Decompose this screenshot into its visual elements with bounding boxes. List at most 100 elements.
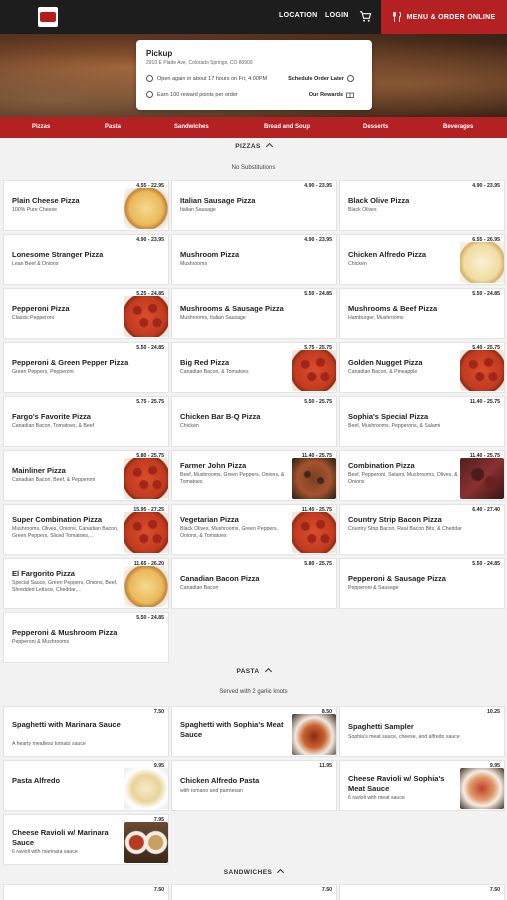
menu-item-card[interactable]: 11.40 - 25.75 Sophia's Special Pizza Beef,… — [339, 396, 505, 447]
menu-item-name: Super Combination Pizza — [12, 515, 103, 524]
menu-item-card[interactable]: 5.75 - 25.75 Big Red Pizza Canadian Bacon,… — [171, 342, 337, 393]
category-desserts[interactable]: Desserts — [363, 124, 388, 130]
menu-item-card[interactable]: 7.50 — [171, 884, 337, 900]
menu-item-price: 7.50 — [321, 887, 332, 893]
menu-item-price: 11.40 - 25.75 — [301, 453, 332, 459]
menu-item-photo — [292, 714, 336, 755]
menu-item-card[interactable]: 5.25 - 24.85 Pepperoni Pizza Classic Peppe… — [3, 288, 169, 339]
chevron-up-icon — [277, 868, 285, 877]
menu-item-name: Pasta Alfredo — [12, 776, 61, 785]
menu-item-description: Mushrooms, Olives, Onions, Canadian Baco… — [12, 526, 119, 539]
menu-item-price: 5.80 - 25.75 — [304, 561, 332, 567]
menu-item-card[interactable]: 7.95 Cheese Ravioli w/ Marinara Sauce 6 ra… — [3, 814, 169, 865]
category-beverages[interactable]: Beverages — [443, 124, 473, 130]
menu-item-card[interactable]: 5.75 - 25.75 Fargo's Favorite Pizza Canadi… — [3, 396, 169, 447]
menu-item-name: Mushroom Pizza — [180, 250, 240, 259]
menu-item-description: Mushrooms — [180, 261, 208, 267]
category-bread-and-soup[interactable]: Bread and Soup — [264, 124, 310, 130]
menu-item-price: 5.75 - 25.75 — [304, 345, 332, 351]
menu-item-description: Lean Beef & Onions — [12, 261, 59, 267]
category-pasta[interactable]: Pasta — [105, 124, 121, 130]
menu-item-description: Pepperoni & Sausage — [348, 585, 399, 591]
sandwiches-section-header[interactable]: SANDWICHES — [0, 868, 507, 877]
menu-item-description: Chicken — [348, 261, 367, 267]
menu-item-card[interactable]: 7.50 — [339, 884, 505, 900]
menu-item-card[interactable]: 11.40 - 25.75 Combination Pizza Beef, Pepp… — [339, 450, 505, 501]
reward-points-row: Earn 100 reward points per order — [146, 91, 238, 98]
menu-item-card[interactable]: 5.40 - 25.75 Golden Nugget Pizza Canadian … — [339, 342, 505, 393]
menu-item-card[interactable]: 5.50 - 24.85 Mushrooms & Sausage Pizza Mus… — [171, 288, 337, 339]
clock-icon — [146, 75, 153, 82]
menu-item-card[interactable]: 6.55 - 26.95 Chicken Alfredo Pizza Chicken — [339, 234, 505, 285]
menu-item-card[interactable]: 4.90 - 23.95 Italian Sausage Pizza Italian… — [171, 180, 337, 231]
menu-item-card[interactable]: 4.90 - 23.95 Black Olive Pizza Black Olive… — [339, 180, 505, 231]
menu-item-card[interactable]: 4.90 - 23.95 Lonesome Stranger Pizza Lean … — [3, 234, 169, 285]
food-image — [124, 566, 168, 607]
menu-item-card[interactable]: 9.95 Pasta Alfredo — [3, 760, 169, 811]
menu-item-card[interactable]: 5.50 - 24.85 Pepperoni & Mushroom Pizza Pe… — [3, 612, 169, 663]
menu-item-card[interactable]: 5.80 - 25.75 Mainliner Pizza Canadian Baco… — [3, 450, 169, 501]
our-rewards-link[interactable]: Our Rewards — [309, 91, 354, 98]
menu-item-card[interactable]: 11.65 - 26.20 El Fargorito Pizza Special S… — [3, 558, 169, 609]
menu-item-description: Green Peppers, Pepperoni — [12, 369, 74, 375]
menu-item-name: Cheese Ravioli w/ Sophia's Meat Sauce — [348, 774, 445, 793]
menu-item-card[interactable]: 7.50 Spaghetti with Marinara Sauce A heart… — [3, 706, 169, 757]
menu-item-card[interactable]: 8.50 Spaghetti with Sophia's Meat Sauce — [171, 706, 337, 757]
pizzas-section-title: PIZZAS — [235, 143, 261, 150]
menu-item-card[interactable]: 11.40 - 25.75 Vegetarian Pizza Black Olive… — [171, 504, 337, 555]
menu-item-photo — [124, 822, 168, 863]
logo-mark — [40, 12, 56, 22]
food-image — [292, 714, 336, 755]
menu-item-card[interactable]: 5.80 - 25.75 Canadian Bacon Pizza Canadian… — [171, 558, 337, 609]
menu-item-description: Canadian Bacon, & Tomatoes — [180, 369, 249, 375]
menu-item-card[interactable]: 4.90 - 23.95 Mushroom Pizza Mushrooms — [171, 234, 337, 285]
menu-item-price: 11.40 - 25.75 — [469, 453, 500, 459]
menu-item-card[interactable]: 15.95 - 27.25 Super Combination Pizza Mush… — [3, 504, 169, 555]
menu-item-price: 11.40 - 25.75 — [469, 399, 500, 405]
food-image — [292, 458, 336, 499]
menu-item-card[interactable]: 4.55 - 22.95 Plain Cheese Pizza 100% Pure … — [3, 180, 169, 231]
menu-item-price: 5.50 - 24.85 — [304, 291, 332, 297]
pasta-section-header[interactable]: PASTA — [0, 667, 507, 676]
category-sandwiches[interactable]: Sandwiches — [174, 124, 209, 130]
menu-item-description: Hamburger, Mushrooms — [348, 315, 404, 321]
menu-item-card[interactable]: 5.50 - 24.85 Pepperoni & Green Pepper Piz… — [3, 342, 169, 393]
menu-item-card[interactable]: 5.50 - 24.85 Mushrooms & Beef Pizza Hambur… — [339, 288, 505, 339]
menu-item-card[interactable]: 9.95 Cheese Ravioli w/ Sophia's Meat Sauc… — [339, 760, 505, 811]
menu-item-photo — [292, 458, 336, 499]
category-pizzas[interactable]: Pizzas — [32, 124, 50, 130]
menu-item-name: Mainliner Pizza — [12, 466, 66, 475]
menu-item-name: Fargo's Favorite Pizza — [12, 412, 91, 421]
menu-item-description: Beef, Mushrooms, Pepperons, & Salami — [348, 423, 441, 429]
pizzas-section-subtitle: No Substitutions — [231, 165, 276, 171]
pizzas-section-header[interactable]: PIZZAS — [0, 142, 507, 151]
menu-item-price: 7.95 — [153, 817, 164, 823]
menu-item-description: Sophia's meat sauce, cheese, and alfredo… — [348, 734, 460, 740]
menu-item-name: Pepperoni & Mushroom Pizza — [12, 628, 118, 637]
menu-order-online-button[interactable]: MENU & ORDER ONLINE — [381, 0, 507, 34]
restaurant-logo[interactable] — [38, 7, 58, 27]
menu-item-price: 7.50 — [153, 887, 164, 893]
menu-item-name: Lonesome Stranger Pizza — [12, 250, 104, 259]
schedule-order-later-button[interactable]: Schedule Order Later — [288, 75, 354, 82]
gift-icon — [346, 92, 354, 98]
menu-item-description: Pepperoni & Mushrooms — [12, 639, 70, 645]
cart-icon[interactable] — [359, 10, 372, 23]
login-link[interactable]: LOGIN — [325, 12, 349, 19]
menu-item-card[interactable]: 6.40 - 27.40 Country Strip Bacon Pizza Cou… — [339, 504, 505, 555]
menu-item-card[interactable]: 7.50 — [3, 884, 169, 900]
menu-item-description: Mushrooms, Italian Sausage — [180, 315, 246, 321]
menu-item-name: Chicken Bar B-Q Pizza — [180, 412, 261, 421]
menu-item-card[interactable]: 10.25 Spaghetti Sampler Sophia's meat sauc… — [339, 706, 505, 757]
category-nav: Pizzas Pasta Sandwiches Bread and Soup D… — [0, 117, 507, 138]
location-link[interactable]: LOCATION — [279, 12, 317, 19]
alarm-icon — [347, 75, 354, 82]
menu-item-card[interactable]: 11.95 Chicken Alfredo Pasta with romano an… — [171, 760, 337, 811]
menu-item-card[interactable]: 5.50 - 24.85 Pepperoni & Sausage Pizza Pep… — [339, 558, 505, 609]
menu-item-card[interactable]: 11.40 - 25.75 Farmer John Pizza Beef, Mush… — [171, 450, 337, 501]
menu-item-price: 7.50 — [489, 887, 500, 893]
menu-item-description: Canadian Bacon, Tomatoes, & Beef — [12, 423, 95, 429]
menu-item-card[interactable]: 5.50 - 25.75 Chicken Bar B-Q Pizza Chicken — [171, 396, 337, 447]
menu-item-price: 5.50 - 25.75 — [304, 399, 332, 405]
food-image — [124, 512, 168, 553]
